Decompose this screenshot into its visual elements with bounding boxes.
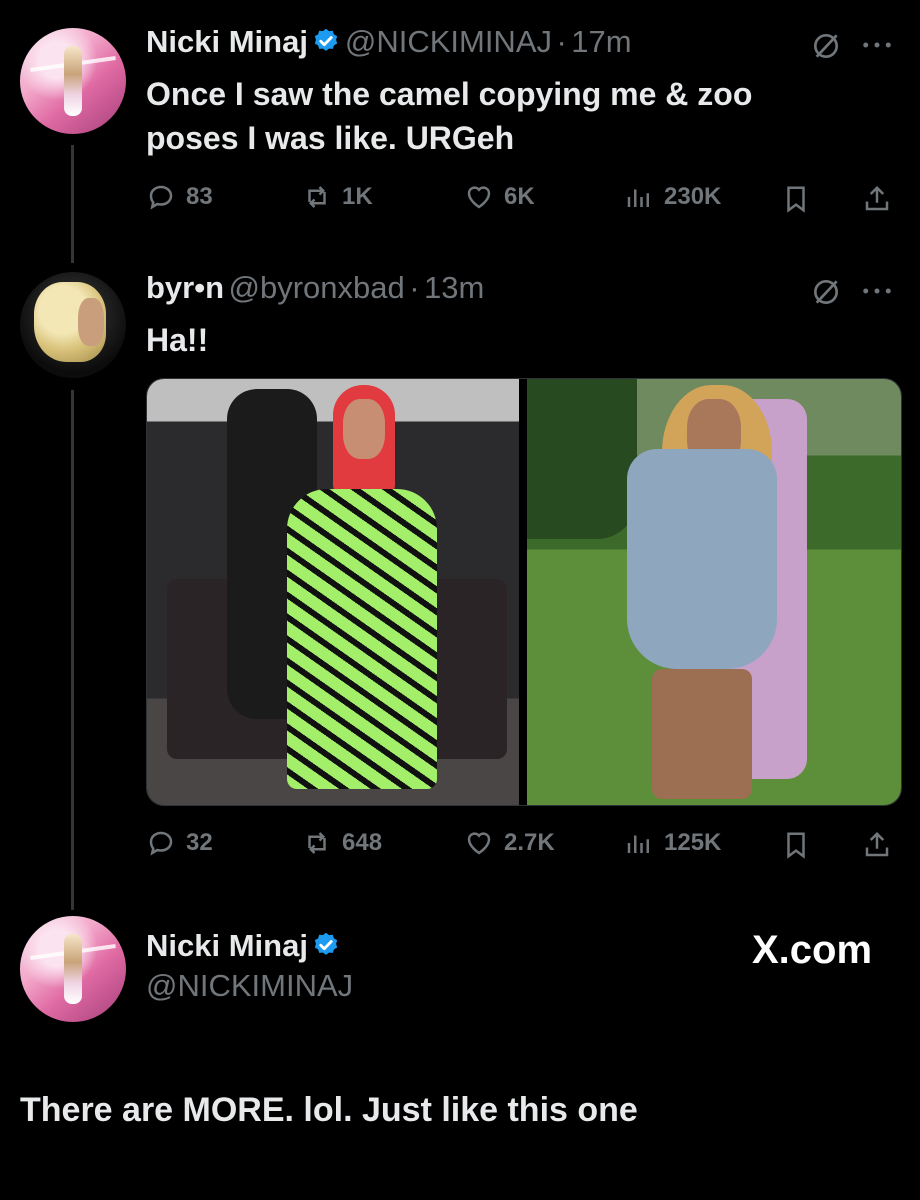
bookmark-icon[interactable] bbox=[781, 830, 811, 860]
media-photo[interactable] bbox=[527, 379, 901, 805]
media-photo[interactable] bbox=[147, 379, 519, 805]
like-button[interactable]: 2.7K bbox=[464, 828, 555, 858]
like-count: 2.7K bbox=[504, 829, 555, 856]
share-icon[interactable] bbox=[862, 830, 892, 860]
heart-icon bbox=[467, 186, 491, 209]
more-options-icon[interactable] bbox=[862, 40, 892, 50]
tweet-text: There are MORE. lol. Just like this one bbox=[20, 1091, 638, 1129]
like-count: 6K bbox=[504, 183, 535, 210]
reply-count: 83 bbox=[186, 183, 213, 210]
display-name[interactable]: byr•n bbox=[146, 270, 224, 305]
photo-detail bbox=[527, 379, 637, 539]
separator-dot: · bbox=[556, 24, 567, 59]
repost-button[interactable]: 648 bbox=[302, 828, 382, 858]
heart-icon bbox=[467, 832, 491, 855]
user-handle[interactable]: @NICKIMINAJ bbox=[345, 24, 552, 59]
repost-count: 1K bbox=[342, 183, 373, 210]
grok-icon[interactable] bbox=[810, 276, 842, 308]
repost-button[interactable]: 1K bbox=[302, 182, 373, 212]
share-icon[interactable] bbox=[862, 184, 892, 214]
verified-badge-icon bbox=[315, 28, 338, 51]
reply-button[interactable]: 32 bbox=[146, 828, 213, 858]
x-com-logo[interactable]: X.com bbox=[752, 928, 872, 973]
timestamp[interactable]: 17m bbox=[571, 24, 631, 59]
repost-count: 648 bbox=[342, 829, 383, 856]
views-count: 125K bbox=[664, 829, 722, 856]
author-block: Nicki Minaj @NICKIMINAJ bbox=[146, 928, 353, 1004]
reply-button[interactable]: 83 bbox=[146, 182, 213, 212]
user-handle[interactable]: @byronxbad bbox=[228, 270, 404, 305]
views-icon bbox=[627, 835, 649, 853]
thread-line bbox=[71, 145, 74, 263]
tweet-text-line: Once I saw the camel copying me & zoo bbox=[146, 76, 753, 112]
avatar-face bbox=[78, 298, 104, 346]
tweet-header: Nicki Minaj @NICKIMINAJ · 17m bbox=[146, 24, 632, 60]
timestamp[interactable]: 13m bbox=[424, 270, 484, 305]
display-name[interactable]: Nicki Minaj bbox=[146, 24, 308, 59]
repost-icon bbox=[308, 832, 326, 854]
tweet-header: byr•n @byronxbad · 13m bbox=[146, 270, 484, 306]
photo-detail bbox=[627, 449, 777, 669]
reply-icon bbox=[149, 185, 173, 210]
avatar-figure bbox=[64, 46, 82, 116]
user-handle[interactable]: @NICKIMINAJ bbox=[146, 968, 353, 1004]
more-options-icon[interactable] bbox=[862, 286, 892, 296]
thread-line bbox=[71, 390, 74, 910]
repost-icon bbox=[308, 186, 326, 208]
like-button[interactable]: 6K bbox=[464, 182, 535, 212]
avatar[interactable] bbox=[20, 916, 126, 1022]
reply-count: 32 bbox=[186, 829, 213, 856]
bookmark-icon[interactable] bbox=[781, 184, 811, 214]
display-name[interactable]: Nicki Minaj bbox=[146, 928, 308, 963]
views-icon bbox=[627, 189, 649, 207]
tweet-text: Ha!! bbox=[146, 322, 209, 358]
grok-icon[interactable] bbox=[810, 30, 842, 62]
avatar[interactable] bbox=[20, 28, 126, 134]
separator-dot: · bbox=[409, 270, 420, 305]
views-button[interactable]: 230K bbox=[624, 182, 721, 212]
tweet-text-line: poses I was like. URGeh bbox=[146, 120, 515, 156]
tweet-text: Once I saw the camel copying me & zoo po… bbox=[146, 72, 886, 160]
photo-detail bbox=[652, 669, 752, 799]
media-grid bbox=[146, 378, 902, 806]
photo-detail bbox=[343, 399, 385, 459]
avatar[interactable] bbox=[20, 272, 126, 378]
photo-detail bbox=[287, 489, 437, 789]
views-button[interactable]: 125K bbox=[624, 828, 721, 858]
views-count: 230K bbox=[664, 183, 722, 210]
reply-icon bbox=[149, 831, 173, 856]
avatar-figure bbox=[64, 934, 82, 1004]
verified-badge-icon bbox=[315, 932, 338, 955]
